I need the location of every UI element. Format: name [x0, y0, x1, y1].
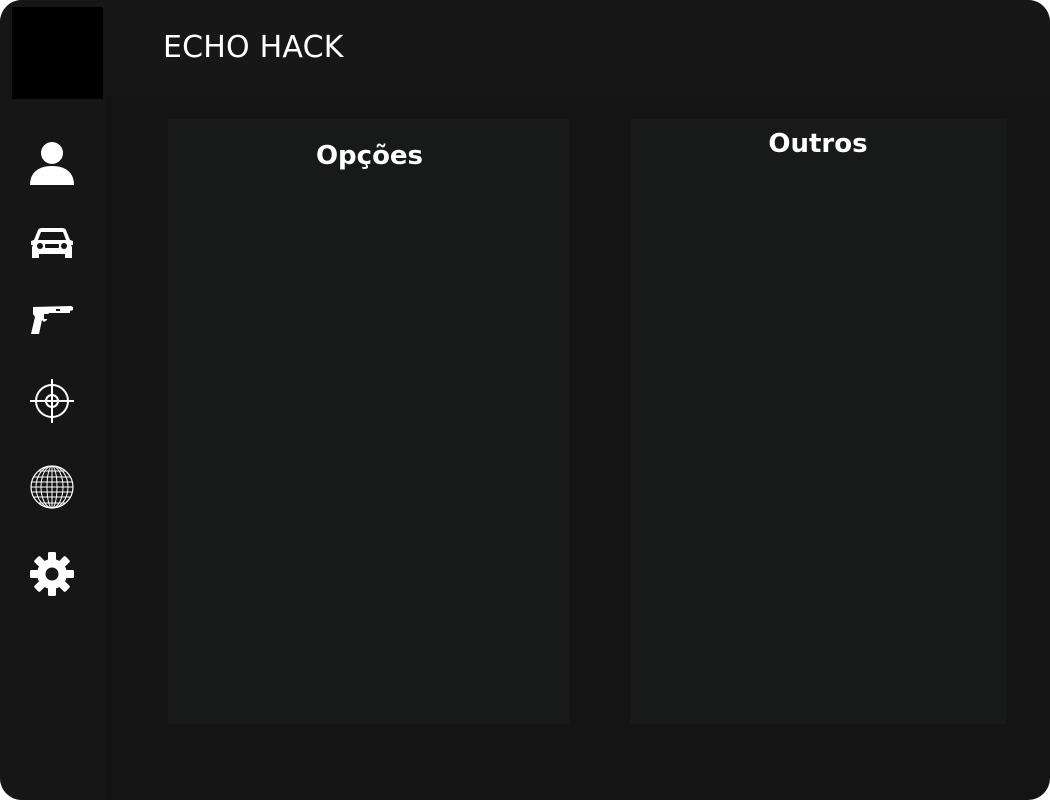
others-panel-title: Outros: [768, 129, 868, 159]
app-title: ECHO HACK: [163, 30, 344, 65]
sidebar: [0, 0, 106, 800]
sidebar-item-aim[interactable]: [27, 376, 77, 426]
sidebar-item-player[interactable]: [27, 138, 77, 188]
sidebar-item-weapons[interactable]: [27, 295, 77, 345]
logo: [12, 7, 103, 99]
crosshair-icon: [30, 379, 74, 423]
pistol-icon: [31, 306, 73, 334]
header: ECHO HACK: [106, 0, 1050, 96]
sidebar-item-settings[interactable]: [27, 549, 77, 599]
sidebar-item-vehicle[interactable]: [27, 220, 77, 270]
sidebar-item-world[interactable]: [27, 462, 77, 512]
user-icon: [30, 142, 74, 185]
globe-icon: [30, 465, 74, 509]
others-panel: Outros: [630, 119, 1006, 724]
app-window: ECHO HACK Opções Outros: [0, 0, 1050, 800]
car-icon: [31, 228, 73, 258]
options-panel: Opções: [168, 119, 569, 724]
options-panel-title: Opções: [315, 141, 424, 171]
gear-icon: [30, 552, 74, 596]
